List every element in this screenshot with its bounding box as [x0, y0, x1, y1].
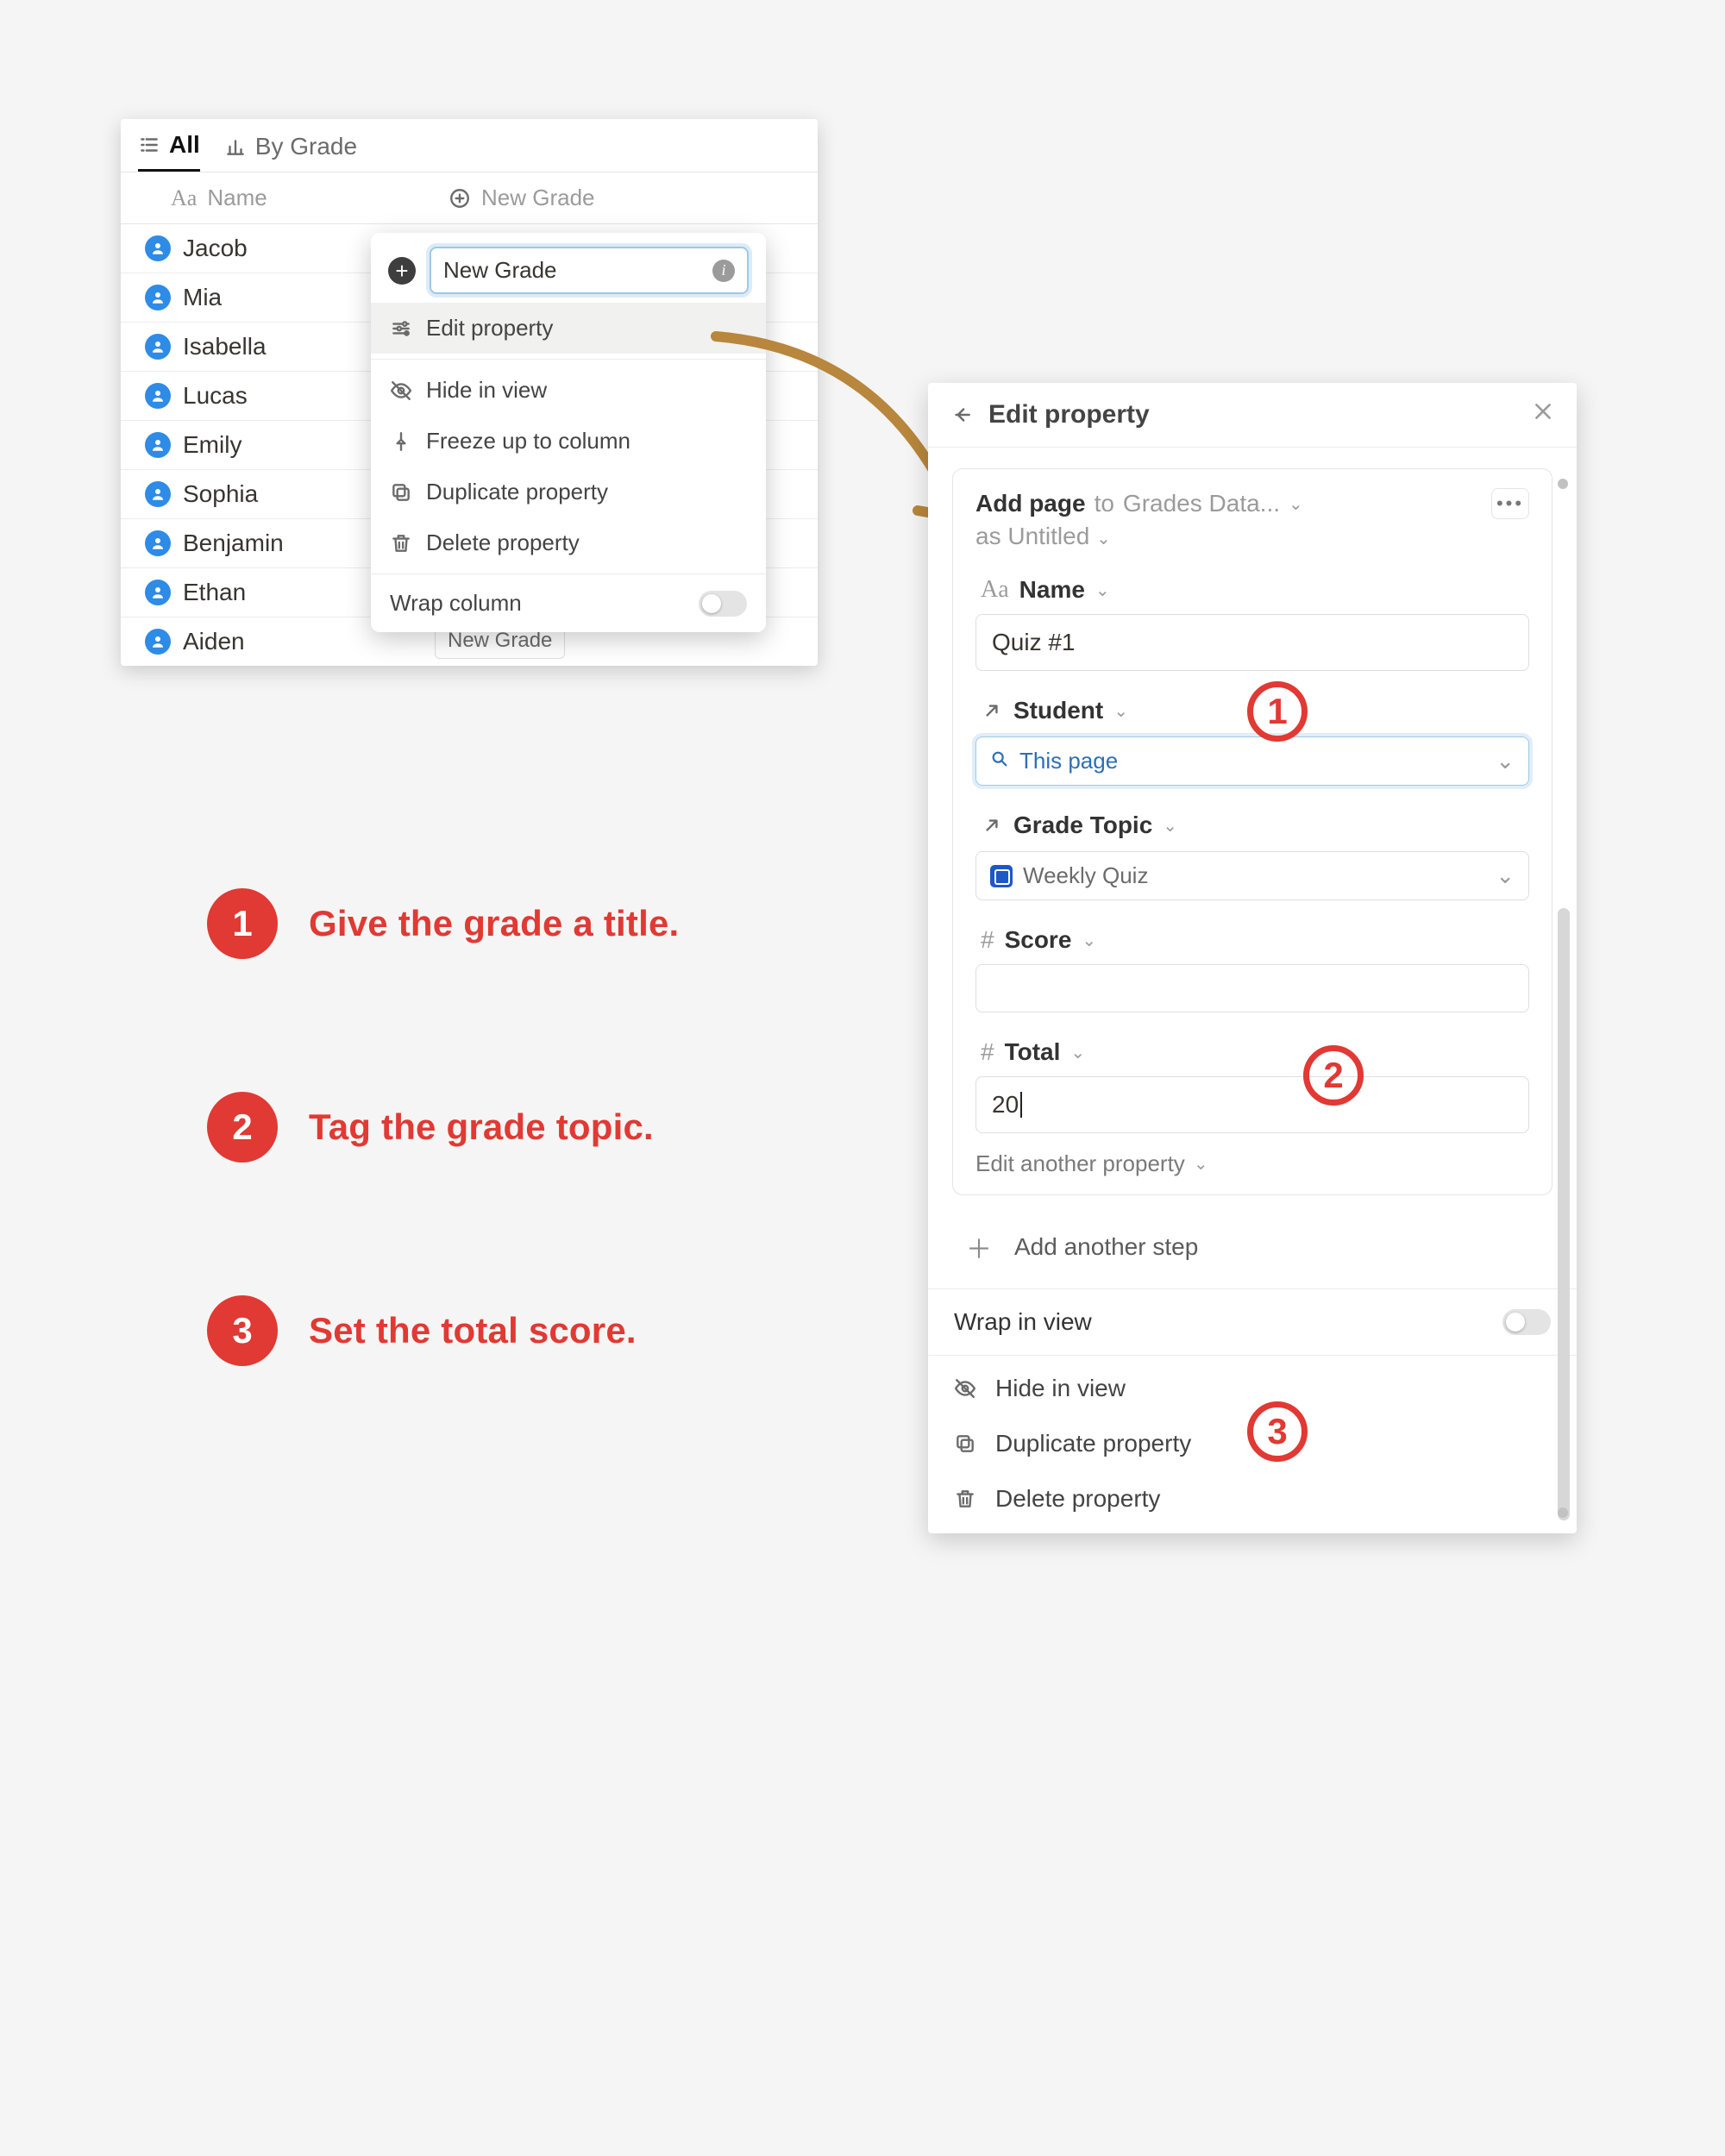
plus-icon: ＋: [966, 1228, 992, 1266]
info-icon: i: [712, 260, 735, 282]
relation-icon: [981, 699, 1003, 722]
person-icon: [145, 530, 171, 556]
add-another-step[interactable]: ＋ Add another step: [928, 1209, 1577, 1288]
page-title-untitled[interactable]: Untitled: [1007, 523, 1089, 549]
action-hide-in-view[interactable]: Hide in view: [928, 1361, 1577, 1416]
step-text-1: Give the grade a title.: [309, 903, 679, 944]
text-caret: [1020, 1092, 1022, 1118]
name-input[interactable]: Quiz #1: [975, 614, 1529, 671]
copy-icon: [954, 1431, 976, 1457]
column-header-new-grade[interactable]: New Grade: [431, 172, 818, 223]
edit-another-property[interactable]: Edit another property⌄: [975, 1150, 1529, 1177]
panel-title: Edit property: [988, 400, 1150, 429]
menu-delete-property[interactable]: Delete property: [371, 517, 766, 568]
wrap-in-view-row[interactable]: Wrap in view: [928, 1289, 1577, 1355]
grade-topic-select[interactable]: Weekly Quiz ⌄: [975, 851, 1529, 900]
menu-wrap-column[interactable]: Wrap column: [371, 580, 766, 627]
chevron-down-icon: ⌄: [1496, 862, 1515, 889]
person-icon: [145, 432, 171, 458]
callout-2: 2: [1303, 1045, 1364, 1106]
plus-badge-icon: +: [388, 257, 416, 285]
chevron-down-icon[interactable]: ⌄: [1096, 530, 1111, 548]
person-icon: [145, 580, 171, 605]
student-select[interactable]: This page ⌄: [975, 736, 1529, 786]
person-icon: [145, 334, 171, 360]
menu-duplicate-property[interactable]: Duplicate property: [371, 467, 766, 517]
trash-icon: [390, 532, 412, 555]
close-icon[interactable]: [1532, 400, 1554, 429]
column-context-menu: + New Grade i Edit property Hide in view…: [371, 233, 766, 632]
person-icon: [145, 481, 171, 507]
tab-all-label: All: [169, 131, 200, 159]
instruction-steps: 1 Give the grade a title. 2 Tag the grade …: [207, 888, 679, 1499]
chevron-down-icon[interactable]: ⌄: [1289, 493, 1303, 515]
field-label-total[interactable]: # Total⌄: [975, 1038, 1529, 1066]
field-label-name[interactable]: Aa Name⌄: [975, 576, 1529, 604]
person-icon: [145, 629, 171, 655]
sliders-icon: [390, 317, 412, 340]
eye-off-icon: [390, 379, 412, 402]
step-text-2: Tag the grade topic.: [309, 1106, 654, 1148]
step-badge-1: 1: [207, 888, 278, 959]
person-icon: [145, 235, 171, 261]
search-icon: [990, 748, 1009, 774]
chevron-down-icon: ⌄: [1496, 748, 1515, 774]
book-icon: [990, 865, 1013, 887]
bar-chart-icon: [224, 135, 247, 158]
toggle-off[interactable]: [1502, 1309, 1551, 1335]
step-text-3: Set the total score.: [309, 1310, 637, 1351]
score-input[interactable]: [975, 964, 1529, 1012]
step-badge-2: 2: [207, 1092, 278, 1163]
person-icon: [145, 383, 171, 409]
trash-icon: [954, 1486, 976, 1512]
person-icon: [145, 285, 171, 310]
column-name-input[interactable]: New Grade i: [430, 247, 749, 294]
list-icon: [138, 134, 160, 156]
toggle-off[interactable]: [699, 591, 747, 617]
edit-property-panel: Edit property Add page to Grades Data...…: [928, 383, 1577, 1533]
callout-1: 1: [1247, 681, 1308, 742]
field-label-grade-topic[interactable]: Grade Topic⌄: [975, 812, 1529, 839]
step-badge-3: 3: [207, 1295, 278, 1366]
menu-freeze-column[interactable]: Freeze up to column: [371, 416, 766, 467]
total-input[interactable]: 20: [975, 1076, 1529, 1133]
tab-by-grade-label: By Grade: [255, 133, 357, 160]
button-action-card: Add page to Grades Data... ⌄ ••• as Unti…: [952, 468, 1552, 1195]
plus-circle-icon: [448, 187, 471, 210]
more-button[interactable]: •••: [1491, 488, 1529, 519]
field-label-score[interactable]: # Score⌄: [975, 926, 1529, 954]
action-delete-property[interactable]: Delete property: [928, 1471, 1577, 1526]
copy-icon: [390, 481, 412, 504]
tab-by-grade[interactable]: By Grade: [224, 133, 357, 171]
menu-edit-property[interactable]: Edit property: [371, 303, 766, 354]
menu-hide-in-view[interactable]: Hide in view: [371, 365, 766, 416]
pin-icon: [390, 430, 412, 453]
column-header-name[interactable]: Aa Name: [121, 172, 431, 223]
back-arrow-icon[interactable]: [950, 404, 973, 426]
eye-off-icon: [954, 1376, 976, 1401]
target-db[interactable]: Grades Data...: [1123, 490, 1280, 517]
tab-all[interactable]: All: [138, 131, 200, 172]
relation-icon: [981, 814, 1003, 837]
callout-3: 3: [1247, 1401, 1308, 1462]
